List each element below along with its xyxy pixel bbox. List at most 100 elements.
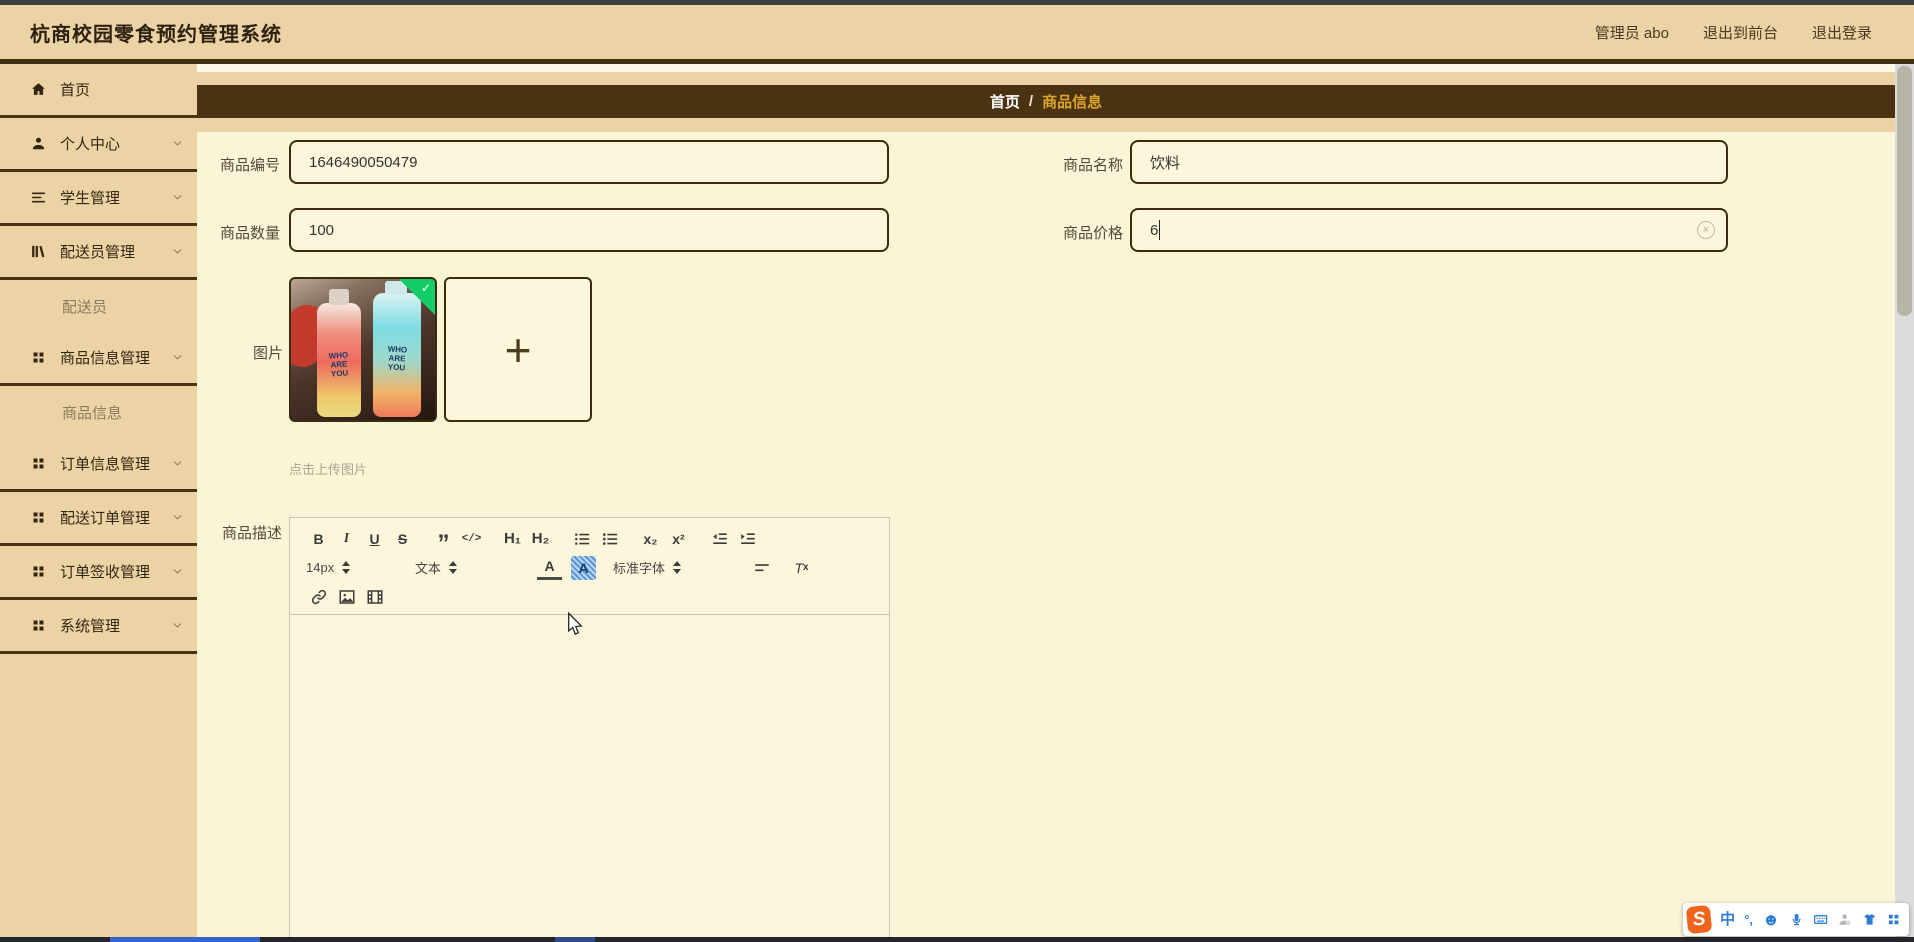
bullet-list-button[interactable] <box>597 527 622 551</box>
sidebar-item-label: 学生管理 <box>60 190 121 207</box>
scrollbar-thumb[interactable] <box>1897 66 1912 316</box>
chevron-down-icon <box>173 569 182 574</box>
toolbar-row-3 <box>294 582 885 611</box>
breadcrumb-separator: / <box>1028 93 1034 110</box>
sidebar-item-students[interactable]: 学生管理 <box>0 172 197 226</box>
sidebar-item-profile[interactable]: 个人中心 <box>0 118 197 172</box>
grid-icon <box>33 620 44 631</box>
clear-input-icon[interactable]: × <box>1697 221 1715 239</box>
product-id-label: 商品编号 <box>220 157 281 174</box>
chevron-down-icon <box>173 461 182 466</box>
rich-text-editor: B I U S ” </> H₁ H₂ x₂ x² 14px 文本 A A 标准… <box>289 517 890 942</box>
sidebar-item-system-mgmt[interactable]: 系统管理 <box>0 600 197 654</box>
ime-language-icon[interactable]: 中 <box>1720 912 1735 927</box>
font-family-select[interactable]: 标准字体 <box>613 558 739 577</box>
indent-button[interactable] <box>735 527 760 551</box>
code-block-button[interactable]: </> <box>459 527 484 551</box>
grid-icon <box>33 458 44 469</box>
sidebar-item-label: 系统管理 <box>60 618 121 635</box>
highlight-color-button[interactable]: A <box>571 555 596 580</box>
taskbar-edge-highlight <box>110 937 260 942</box>
paragraph-style-select[interactable]: 文本 <box>415 558 527 577</box>
plus-icon: + <box>504 323 532 376</box>
upload-hint-text[interactable]: 点击上传图片 <box>289 459 367 478</box>
text-color-button[interactable]: A <box>537 556 562 580</box>
grid-icon <box>33 352 44 363</box>
ime-emoji-icon[interactable]: ☻ <box>1762 911 1780 928</box>
insert-video-button[interactable] <box>362 585 387 609</box>
ime-toolbox-icon[interactable] <box>1886 911 1901 928</box>
check-icon: ✓ <box>420 281 431 295</box>
product-price-input[interactable] <box>1130 208 1728 252</box>
description-label: 商品描述 <box>222 525 283 542</box>
ime-skin-icon[interactable] <box>1862 911 1877 928</box>
updown-arrows-icon <box>342 561 351 574</box>
clear-format-button[interactable]: Tx <box>789 556 814 580</box>
subscript-button[interactable]: x₂ <box>638 527 663 551</box>
sogou-logo-icon[interactable]: S <box>1685 904 1713 935</box>
editor-content-area[interactable] <box>290 616 889 941</box>
window-top-edge <box>0 0 1914 5</box>
logout-link[interactable]: 退出登录 <box>1812 22 1872 43</box>
font-size-select[interactable]: 14px <box>306 560 401 575</box>
taskbar-edge <box>0 937 1914 942</box>
image-label: 图片 <box>253 345 284 362</box>
font-family-value: 标准字体 <box>613 561 666 576</box>
vertical-scrollbar[interactable] <box>1895 64 1914 942</box>
chevron-down-icon <box>173 141 182 146</box>
exit-to-front-link[interactable]: 退出到前台 <box>1703 22 1778 43</box>
align-button[interactable] <box>749 556 774 580</box>
superscript-button[interactable]: x² <box>666 527 691 551</box>
bold-button[interactable]: B <box>306 527 331 551</box>
product-id-input[interactable] <box>289 140 889 184</box>
toolbar-row-1: B I U S ” </> H₁ H₂ x₂ x² <box>294 524 885 555</box>
outdent-button[interactable] <box>707 527 732 551</box>
chevron-down-icon <box>173 355 182 360</box>
ime-toolbar: S 中 °, ☻ <box>1683 903 1909 936</box>
heading1-button[interactable]: H₁ <box>500 527 525 551</box>
updown-arrows-icon <box>673 561 682 574</box>
header-bar: 杭商校园零食预约管理系统 管理员 abo 退出到前台 退出登录 <box>0 5 1914 59</box>
blockquote-button[interactable]: ” <box>431 527 456 555</box>
ime-microphone-icon[interactable] <box>1789 911 1804 928</box>
sidebar-item-home[interactable]: 首页 <box>0 64 197 118</box>
font-size-value: 14px <box>306 560 335 575</box>
insert-image-button[interactable] <box>334 585 359 609</box>
strikethrough-button[interactable]: S <box>390 527 415 551</box>
sidebar-item-order-sign-mgmt[interactable]: 订单签收管理 <box>0 546 197 600</box>
image-upload-button[interactable]: + <box>444 277 592 422</box>
insert-link-button[interactable] <box>306 585 331 609</box>
product-name-input[interactable] <box>1130 140 1728 184</box>
sidebar-item-label: 首页 <box>60 82 91 99</box>
ime-keyboard-icon[interactable] <box>1813 911 1828 928</box>
align-icon <box>754 563 769 571</box>
clean-t: T <box>794 559 803 576</box>
text-caret <box>1159 220 1160 240</box>
sidebar-subitem-product-info[interactable]: 商品信息 <box>0 386 197 438</box>
ime-punctuation-icon[interactable]: °, <box>1744 913 1753 926</box>
product-qty-input[interactable] <box>289 208 889 252</box>
list-icon <box>32 192 45 203</box>
sidebar-subitem-courier[interactable]: 配送员 <box>0 280 197 332</box>
ordered-list-button[interactable] <box>569 527 594 551</box>
italic-button[interactable]: I <box>334 527 359 551</box>
photo-bottle-text: WHO ARE YOU <box>328 350 349 379</box>
books-icon <box>32 245 45 258</box>
breadcrumb-home[interactable]: 首页 <box>990 91 1020 112</box>
underline-button[interactable]: U <box>362 527 387 551</box>
app-title: 杭商校园零食预约管理系统 <box>30 23 282 46</box>
sidebar: 首页 个人中心 学生管理 配送员管理 配送员 商品信息管理 商品信息 订单信息管… <box>0 64 197 942</box>
paragraph-style-value: 文本 <box>415 561 442 576</box>
sidebar-item-order-mgmt[interactable]: 订单信息管理 <box>0 438 197 492</box>
sidebar-item-couriers[interactable]: 配送员管理 <box>0 226 197 280</box>
sidebar-item-product-mgmt[interactable]: 商品信息管理 <box>0 332 197 386</box>
breadcrumb-current: 商品信息 <box>1042 94 1103 111</box>
ime-account-icon[interactable] <box>1837 911 1852 928</box>
heading2-button[interactable]: H₂ <box>528 527 553 551</box>
chevron-down-icon <box>173 515 182 520</box>
chevron-down-icon <box>173 623 182 628</box>
sidebar-item-label: 配送订单管理 <box>60 510 151 527</box>
sidebar-item-delivery-order-mgmt[interactable]: 配送订单管理 <box>0 492 197 546</box>
sidebar-subitem-label: 商品信息 <box>62 404 123 422</box>
product-photo-thumbnail[interactable]: WHO ARE YOU WHO ARE YOU ✓ <box>289 277 437 422</box>
